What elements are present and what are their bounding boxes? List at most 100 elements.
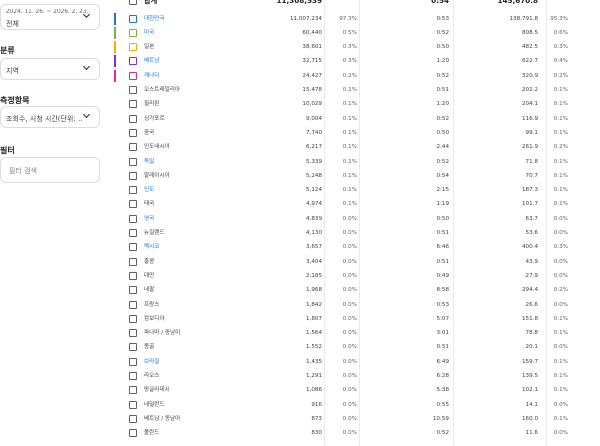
table-row[interactable]: 몽골 1,552 0.0% 0:51 20.1 0.0% — [108, 340, 600, 354]
table-row[interactable]: 네팔 1,968 0.0% 8:58 294.4 0.2% — [108, 283, 600, 297]
row-checkbox[interactable] — [129, 286, 137, 295]
row-checkbox[interactable] — [129, 14, 137, 23]
row-checkbox[interactable] — [129, 28, 137, 37]
table-row[interactable]: 미국 60,440 0.5% 0:52 808.5 0.6% — [108, 26, 600, 40]
row-checkbox[interactable] — [129, 314, 137, 323]
country-name[interactable]: 독일 — [144, 155, 154, 169]
country-name: 중국 — [144, 129, 155, 136]
watch-hours-value: 139.5 — [521, 373, 538, 379]
date-range-dropdown[interactable]: 2024. 11. 26. ~ 2026. 2. 23. 전체 — [0, 4, 100, 30]
row-checkbox[interactable] — [129, 400, 137, 409]
row-checkbox[interactable] — [129, 43, 137, 52]
row-checkbox[interactable] — [129, 214, 137, 223]
table-row[interactable]: 인도네시아 6,217 0.1% 2:44 261.9 0.2% — [108, 140, 600, 154]
row-checkbox[interactable] — [129, 414, 137, 423]
table-row[interactable]: 중국 7,740 0.1% 0:50 99.1 0.1% — [108, 126, 600, 140]
row-checkbox[interactable] — [129, 271, 137, 280]
country-name: 싱가포르 — [144, 115, 165, 122]
table-row[interactable]: 브라질 1,435 0.0% 6:49 159.7 0.1% — [108, 355, 600, 369]
table-row[interactable]: 베트남 32,715 0.3% 1:20 622.7 0.4% — [108, 54, 600, 68]
row-checkbox[interactable] — [129, 372, 137, 380]
total-views: 11,308,539 — [276, 0, 322, 5]
country-name[interactable]: 베트남 — [144, 54, 159, 68]
row-checkbox[interactable] — [129, 128, 137, 137]
table-row[interactable]: 라오스 1,291 0.0% 6:28 139.5 0.1% — [108, 369, 600, 383]
country-name[interactable]: 영국 — [144, 212, 154, 226]
table-row[interactable]: 홍콩 3,404 0.0% 0:51 43.9 0.0% — [108, 255, 600, 269]
metric-dropdown[interactable]: 조회수, 시청 시간(단위: ... — [0, 106, 100, 128]
row-checkbox[interactable] — [129, 86, 137, 94]
category-dropdown[interactable]: 지역 — [0, 58, 100, 80]
country-name[interactable]: 인도 — [144, 183, 154, 197]
row-checkbox[interactable] — [129, 357, 137, 366]
views-value: 873 — [311, 415, 322, 422]
views-value: 1,564 — [305, 330, 322, 337]
filter-search-box[interactable]: 필터 검색 — [0, 157, 100, 183]
avg-duration-value: 1:20 — [436, 58, 449, 65]
select-all-checkbox[interactable] — [129, 0, 137, 5]
row-checkbox[interactable] — [129, 243, 137, 252]
country-name: 태국 — [144, 201, 155, 208]
table-row[interactable]: 파나마 / 중남미 1,564 0.0% 3:01 78.8 0.1% — [108, 326, 600, 340]
watch-hours-percent: 0.1% — [553, 172, 568, 179]
table-row[interactable]: 뉴질랜드 4,130 0.0% 0:51 53.6 0.0% — [108, 226, 600, 240]
row-checkbox[interactable] — [129, 200, 137, 209]
table-row[interactable]: 캐나다 24,427 0.2% 0:52 320.9 0.2% — [108, 69, 600, 83]
row-checkbox[interactable] — [129, 229, 137, 237]
table-row[interactable]: 독일 5,339 0.1% 0:52 71.8 0.1% — [108, 155, 600, 169]
table-row[interactable]: 네덜란드 916 0.0% 0:55 14.1 0.0% — [108, 398, 600, 412]
views-value: 4,839 — [305, 215, 322, 222]
watch-hours-percent: 0.1% — [553, 358, 568, 365]
row-checkbox[interactable] — [129, 386, 137, 395]
table-row[interactable]: 인도 5,124 0.1% 2:15 187.3 0.1% — [108, 183, 600, 197]
row-checkbox[interactable] — [129, 57, 137, 66]
row-checkbox[interactable] — [129, 100, 137, 109]
country-name[interactable]: 미국 — [144, 26, 154, 40]
table-row[interactable]: 일본 38,601 0.3% 0:50 482.5 0.3% — [108, 40, 600, 54]
table-row[interactable]: 영국 4,839 0.0% 0:50 63.7 0.0% — [108, 212, 600, 226]
table-row[interactable]: 방글라데시 1,086 0.0% 5:38 102.1 0.1% — [108, 383, 600, 397]
views-value: 1,291 — [305, 373, 322, 379]
row-checkbox[interactable] — [129, 257, 137, 266]
country-name: 네덜란드 — [144, 401, 165, 408]
row-checkbox[interactable] — [129, 157, 137, 166]
views-percent: 0.0% — [342, 244, 357, 251]
row-checkbox[interactable] — [129, 300, 137, 309]
views-percent: 0.0% — [342, 358, 357, 365]
watch-hours-percent: 0.2% — [553, 287, 568, 294]
table-row[interactable]: 대만 2,185 0.0% 0:49 27.9 0.0% — [108, 269, 600, 283]
series-color-bar — [114, 69, 116, 82]
views-percent: 0.1% — [342, 172, 357, 179]
table-row[interactable]: 대한민국 11,007,234 97.3% 0:53 138,791.8 95.3% — [108, 12, 600, 26]
row-checkbox[interactable] — [129, 143, 137, 152]
table-row[interactable]: 필리핀 10,029 0.1% 1:20 204.1 0.1% — [108, 97, 600, 111]
views-percent: 0.1% — [342, 129, 357, 136]
table-row[interactable]: 프랑스 1,842 0.0% 0:53 26.6 0.0% — [108, 298, 600, 312]
row-checkbox[interactable] — [129, 114, 137, 123]
table-row[interactable]: 폴란드 830 0.0% 0:52 11.6 0.0% — [108, 426, 600, 440]
table-row[interactable]: 캄보디아 1,807 0.0% 5:07 151.8 0.1% — [108, 312, 600, 326]
filter-label: 필터 — [0, 146, 15, 155]
table-row[interactable]: 싱가포르 9,004 0.1% 0:52 116.9 0.1% — [108, 112, 600, 126]
watch-hours-percent: 0.1% — [553, 415, 568, 422]
country-name: 홍콩 — [144, 258, 155, 265]
table-row[interactable]: 말레이시아 5,248 0.1% 0:54 70.7 0.1% — [108, 169, 600, 183]
table-row[interactable]: 태국 4,974 0.1% 1:19 101.7 0.1% — [108, 197, 600, 211]
country-name[interactable]: 브라질 — [144, 355, 159, 369]
row-checkbox[interactable] — [129, 71, 137, 80]
row-checkbox[interactable] — [129, 429, 137, 438]
total-row: 합계 11,308,539 0:54 145,670.8 — [108, 0, 600, 8]
watch-hours-value: 116.9 — [521, 115, 538, 122]
row-checkbox[interactable] — [129, 329, 137, 338]
table-row[interactable]: 오스트레일리아 15,478 0.1% 0:51 202.2 0.1% — [108, 83, 600, 97]
watch-hours-value: 26.6 — [525, 301, 538, 308]
row-checkbox[interactable] — [129, 343, 137, 352]
country-name: 필리핀 — [144, 101, 160, 108]
table-row[interactable]: 멕시코 3,657 0.0% 6:46 400.4 0.3% — [108, 240, 600, 254]
row-checkbox[interactable] — [129, 171, 137, 180]
country-name[interactable]: 캐나다 — [144, 69, 159, 83]
country-name[interactable]: 멕시코 — [144, 240, 159, 254]
country-name[interactable]: 대한민국 — [144, 12, 165, 26]
row-checkbox[interactable] — [129, 186, 137, 195]
table-row[interactable]: 베트남 / 동남아 873 0.0% 10:59 160.0 0.1% — [108, 412, 600, 426]
